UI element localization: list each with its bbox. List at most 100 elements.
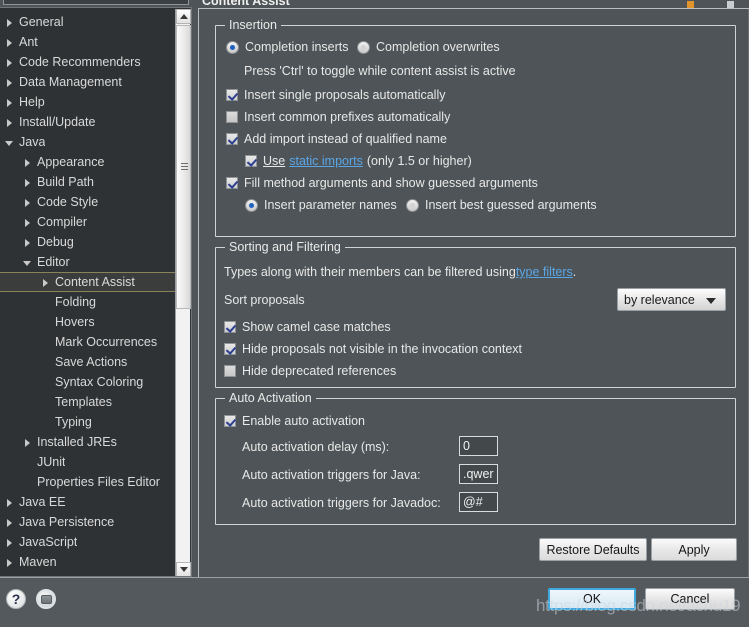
chevron-right-icon[interactable] <box>4 97 15 108</box>
radio-off-icon <box>406 198 419 212</box>
preferences-tree[interactable]: General Ant Code Recommenders Data Manageme… <box>0 7 192 577</box>
tree-item-installed-jres[interactable]: Installed JREs <box>0 432 191 452</box>
restore-defaults-button[interactable]: Restore Defaults <box>539 538 647 561</box>
checkbox-add-import-label: Add import instead of qualified name <box>244 132 447 146</box>
tree-item-java-ee[interactable]: Java EE <box>0 492 191 512</box>
chevron-right-icon[interactable] <box>4 17 15 28</box>
tree-item-code-recommenders[interactable]: Code Recommenders <box>0 52 191 72</box>
tree-item-typing[interactable]: Typing <box>0 412 191 432</box>
group-sorting-filtering: Sorting and Filtering Types along with t… <box>215 240 736 388</box>
chevron-down-icon[interactable] <box>22 257 33 268</box>
tree-item-help[interactable]: Help <box>0 92 191 112</box>
auto-activation-delay-label: Auto activation delay (ms): <box>242 440 390 454</box>
chevron-right-icon[interactable] <box>22 217 33 228</box>
chevron-right-icon[interactable] <box>4 497 15 508</box>
auto-activation-delay-input[interactable] <box>459 436 498 456</box>
chevron-right-icon[interactable] <box>22 237 33 248</box>
chevron-right-icon[interactable] <box>22 437 33 448</box>
checkbox-use-static-imports[interactable]: Use static imports (only 1.5 or higher) <box>245 154 472 168</box>
tree-item-save-actions[interactable]: Save Actions <box>0 352 191 372</box>
radio-completion-inserts[interactable]: Completion inserts <box>226 40 349 54</box>
checkbox-enable-auto-activation-label: Enable auto activation <box>242 414 366 428</box>
type-filters-link[interactable]: type filters <box>516 265 573 279</box>
chevron-right-icon[interactable] <box>4 37 15 48</box>
chevron-right-icon[interactable] <box>40 277 51 288</box>
dialog-footer: ? <box>0 578 749 627</box>
chevron-right-icon[interactable] <box>22 177 33 188</box>
scroll-down-button[interactable] <box>176 562 191 576</box>
chevron-right-icon[interactable] <box>4 557 15 568</box>
checkbox-enable-auto-activation[interactable]: Enable auto activation <box>224 414 365 428</box>
checkbox-insert-common-prefixes-label: Insert common prefixes automatically <box>244 110 451 124</box>
tree-item-ant[interactable]: Ant <box>0 32 191 52</box>
checkbox-checked-icon <box>226 177 238 189</box>
checkbox-insert-common-prefixes[interactable]: Insert common prefixes automatically <box>226 110 450 124</box>
scrollbar-thumb[interactable] <box>176 25 191 309</box>
tree-item-properties-files-editor[interactable]: Properties Files Editor <box>0 472 191 492</box>
tree-item-javascript[interactable]: JavaScript <box>0 532 191 552</box>
chevron-down-icon[interactable] <box>4 137 15 148</box>
tree-item-general[interactable]: General <box>0 12 191 32</box>
group-insertion: Insertion Completion inserts Completion … <box>215 18 736 237</box>
tree-item-label: Save Actions <box>55 355 128 369</box>
checkbox-insert-single-proposals[interactable]: Insert single proposals automatically <box>226 88 446 102</box>
tree-item-label: Syntax Coloring <box>55 375 144 389</box>
chevron-right-icon[interactable] <box>4 537 15 548</box>
auto-activation-javadoc-input[interactable] <box>459 492 498 512</box>
apply-button[interactable]: Apply <box>651 538 737 561</box>
tree-item-data-management[interactable]: Data Management <box>0 72 191 92</box>
checkbox-hide-deprecated[interactable]: Hide deprecated references <box>224 364 396 378</box>
chevron-right-icon[interactable] <box>22 157 33 168</box>
chevron-right-icon[interactable] <box>4 517 15 528</box>
chevron-right-icon[interactable] <box>4 77 15 88</box>
sort-proposals-label-row: Sort proposals <box>224 293 305 307</box>
radio-insert-best-guessed[interactable]: Insert best guessed arguments <box>406 198 597 212</box>
tree-scrollbar[interactable] <box>175 9 191 576</box>
tree-item-junit[interactable]: JUnit <box>0 452 191 472</box>
tree-item-hovers[interactable]: Hovers <box>0 312 191 332</box>
grip-icon <box>181 163 188 171</box>
checkbox-hide-not-visible[interactable]: Hide proposals not visible in the invoca… <box>224 342 522 356</box>
chevron-right-icon[interactable] <box>4 117 15 128</box>
page-title-icons <box>649 0 739 8</box>
tree-item-syntax-coloring[interactable]: Syntax Coloring <box>0 372 191 392</box>
insertion-hint-label: Press 'Ctrl' to toggle while content ass… <box>244 64 516 78</box>
checkbox-fill-method-arguments-label: Fill method arguments and show guessed a… <box>244 176 538 190</box>
tree-item-templates[interactable]: Templates <box>0 392 191 412</box>
tree-item-java[interactable]: Java <box>0 132 191 152</box>
help-icon[interactable]: ? <box>6 589 26 609</box>
tree-item-editor[interactable]: Editor <box>0 252 191 272</box>
tree-item-folding[interactable]: Folding <box>0 292 191 312</box>
tree-item-build-path[interactable]: Build Path <box>0 172 191 192</box>
tree-item-content-assist[interactable]: Content Assist <box>0 272 191 292</box>
chevron-right-icon[interactable] <box>4 57 15 68</box>
info-disc-icon[interactable] <box>36 589 56 609</box>
checkbox-show-camel-case[interactable]: Show camel case matches <box>224 320 391 334</box>
ok-button[interactable]: OK <box>548 588 636 610</box>
checkbox-fill-method-arguments[interactable]: Fill method arguments and show guessed a… <box>226 176 538 190</box>
tree-item-appearance[interactable]: Appearance <box>0 152 191 172</box>
tree-item-java-persistence[interactable]: Java Persistence <box>0 512 191 532</box>
tree-item-label: Compiler <box>37 215 88 229</box>
auto-activation-java-input[interactable] <box>459 464 498 484</box>
checkbox-add-import[interactable]: Add import instead of qualified name <box>226 132 447 146</box>
tree-item-label: Ant <box>19 35 38 49</box>
tree-item-debug[interactable]: Debug <box>0 232 191 252</box>
tree-item-maven[interactable]: Maven <box>0 552 191 572</box>
radio-insert-parameter-names[interactable]: Insert parameter names <box>245 198 397 212</box>
sort-proposals-select[interactable]: by relevance <box>617 288 726 311</box>
tree-item-label: Install/Update <box>19 115 96 129</box>
tree-item-mark-occurrences[interactable]: Mark Occurrences <box>0 332 191 352</box>
chevron-right-icon[interactable] <box>22 197 33 208</box>
tree-item-install-update[interactable]: Install/Update <box>0 112 191 132</box>
auto-activation-java-label: Auto activation triggers for Java: <box>242 468 421 482</box>
sort-proposals-value: by relevance <box>624 292 695 307</box>
radio-completion-overwrites[interactable]: Completion overwrites <box>357 40 500 54</box>
scroll-up-button[interactable] <box>176 9 191 24</box>
tree-item-code-style[interactable]: Code Style <box>0 192 191 212</box>
static-imports-link[interactable]: static imports <box>289 154 363 168</box>
tree-item-compiler[interactable]: Compiler <box>0 212 191 232</box>
cancel-button[interactable]: Cancel <box>645 588 735 610</box>
